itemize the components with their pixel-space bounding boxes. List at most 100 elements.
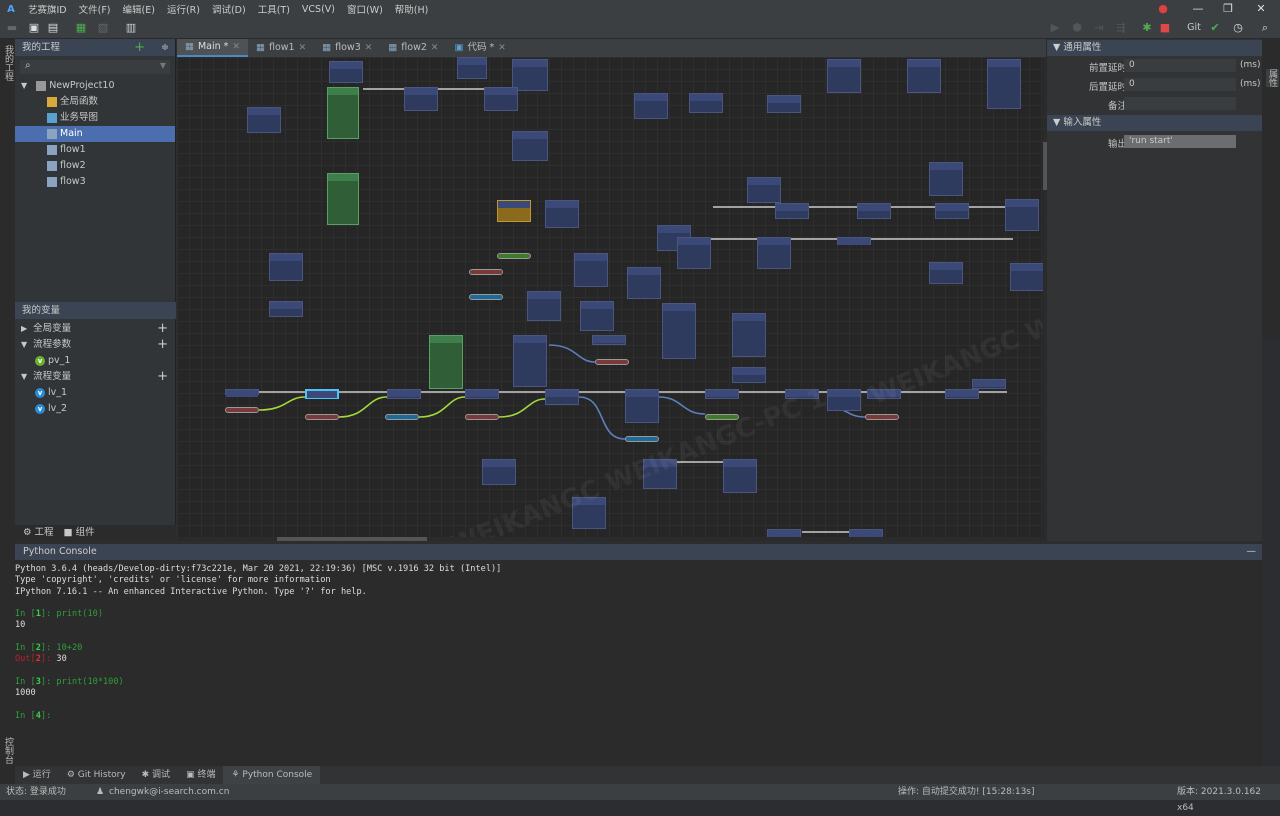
debug-icon[interactable]: ✱: [1140, 21, 1154, 35]
variable-group[interactable]: ▼ 流程参数 +: [15, 337, 176, 353]
menu-help[interactable]: 帮助(H): [389, 2, 435, 16]
flow-node[interactable]: [827, 59, 861, 93]
variable-group[interactable]: ▼ 流程变量 +: [15, 369, 176, 385]
add-variable-icon[interactable]: +: [157, 337, 168, 353]
save-icon[interactable]: ▣: [27, 21, 41, 35]
run-step-icon[interactable]: ⬢: [1070, 21, 1084, 35]
flow-node[interactable]: [1010, 263, 1043, 291]
component-icon[interactable]: ▦: [74, 21, 88, 35]
canvas-horizontal-scrollbar[interactable]: [177, 537, 1043, 541]
flow-node[interactable]: [837, 237, 871, 245]
variable-node[interactable]: [305, 414, 339, 420]
flow-node[interactable]: [329, 61, 363, 83]
minimize-panel-icon[interactable]: —: [1247, 544, 1257, 560]
flow-node[interactable]: [225, 389, 259, 397]
stop-icon[interactable]: ■: [1158, 21, 1172, 35]
flow-node[interactable]: [592, 335, 626, 345]
flow-node[interactable]: [305, 389, 339, 399]
flow-node[interactable]: [677, 237, 711, 269]
flow-node[interactable]: [972, 379, 1006, 389]
menu-window[interactable]: 窗口(W): [341, 2, 389, 16]
property-value-input[interactable]: [1124, 97, 1236, 110]
input-properties-header[interactable]: ▼ 输入属性: [1047, 115, 1262, 131]
variable-node[interactable]: [625, 436, 659, 442]
python-console[interactable]: Python Console — Python 3.6.4 (heads/Dev…: [15, 544, 1262, 766]
tree-item-[interactable]: 业务导图: [15, 110, 175, 126]
flow-node[interactable]: [662, 303, 696, 359]
run-icon[interactable]: ▶: [1048, 21, 1062, 35]
add-variable-icon[interactable]: +: [157, 321, 168, 337]
tab-2[interactable]: ▦ flow3 ✕: [314, 39, 380, 57]
console-toggle[interactable]: 控制台: [2, 737, 15, 764]
flow-node[interactable]: [327, 87, 359, 139]
flow-node[interactable]: [527, 291, 561, 321]
flow-node[interactable]: [484, 87, 518, 111]
bottom-tab-1[interactable]: ⚙ Git History: [59, 766, 134, 784]
console-icon[interactable]: ▥: [124, 21, 138, 35]
flow-node[interactable]: [935, 203, 969, 219]
close-tab-icon[interactable]: ✕: [431, 39, 439, 57]
search-icon[interactable]: ⌕: [1258, 21, 1272, 35]
tab-3[interactable]: ▦ flow2 ✕: [380, 39, 446, 57]
menu-vcs[interactable]: VCS(V): [296, 4, 341, 15]
tree-item-[interactable]: 全局函数: [15, 94, 175, 110]
variable-node[interactable]: [465, 414, 499, 420]
flow-node[interactable]: [857, 203, 891, 219]
variable-item[interactable]: v pv_1: [15, 353, 176, 369]
flow-node[interactable]: [545, 389, 579, 405]
flow-node[interactable]: [574, 253, 608, 287]
flow-node[interactable]: [723, 459, 757, 493]
close-tab-icon[interactable]: ✕: [232, 38, 240, 56]
collapse-all-icon[interactable]: ≑: [161, 39, 169, 56]
flow-node[interactable]: [457, 57, 487, 79]
flow-node[interactable]: [327, 173, 359, 225]
git-button[interactable]: Git: [1183, 21, 1205, 35]
bottom-tab-0[interactable]: ▶ 运行: [15, 766, 59, 784]
close-tab-icon[interactable]: ✕: [498, 39, 506, 57]
tab-0[interactable]: ▦ Main * ✕: [177, 39, 248, 57]
console-output[interactable]: Python 3.6.4 (heads/Develop-dirty:f73c22…: [15, 560, 1262, 722]
bottom-tab-4[interactable]: ⚘ Python Console: [223, 766, 321, 784]
flow-node[interactable]: [929, 262, 963, 284]
flow-node[interactable]: [482, 459, 516, 485]
flow-node[interactable]: [497, 200, 531, 222]
flow-node[interactable]: [387, 389, 421, 399]
filter-dropdown-icon[interactable]: ▼: [160, 61, 166, 70]
property-value-input[interactable]: 'run start': [1124, 135, 1236, 148]
flow-node[interactable]: [625, 389, 659, 423]
flow-node[interactable]: [987, 59, 1021, 109]
flow-node[interactable]: [945, 389, 979, 399]
package-icon[interactable]: ▧: [96, 21, 110, 35]
flow-node[interactable]: [689, 93, 723, 113]
variable-item[interactable]: v lv_2: [15, 401, 176, 417]
variable-node[interactable]: [225, 407, 259, 413]
properties-toggle[interactable]: 属性: [1266, 69, 1279, 87]
maximize-button[interactable]: ❐: [1213, 0, 1243, 18]
flow-node[interactable]: [404, 87, 438, 111]
bottom-tab-3[interactable]: ▣ 终端: [178, 766, 223, 784]
flow-node[interactable]: [545, 200, 579, 228]
general-properties-header[interactable]: ▼ 通用属性: [1047, 40, 1262, 56]
variable-node[interactable]: [385, 414, 419, 420]
bottom-tab-2[interactable]: ✱ 调试: [134, 766, 178, 784]
menu-tools[interactable]: 工具(T): [252, 2, 296, 16]
property-value-input[interactable]: 0: [1124, 59, 1236, 72]
add-variable-icon[interactable]: +: [157, 369, 168, 385]
flow-node[interactable]: [907, 59, 941, 93]
flow-node[interactable]: [929, 162, 963, 196]
variable-node[interactable]: [469, 269, 503, 275]
notification-icon[interactable]: ●: [1148, 0, 1178, 18]
left-tab-components[interactable]: ■ 组件: [64, 525, 95, 541]
property-value-input[interactable]: 0: [1124, 78, 1236, 91]
flow-node[interactable]: [757, 237, 791, 269]
left-tab-project[interactable]: ⚙ 工程: [23, 525, 54, 541]
minimize-button[interactable]: —: [1183, 0, 1213, 18]
close-tab-icon[interactable]: ✕: [299, 39, 307, 57]
history-icon[interactable]: ◷: [1231, 21, 1245, 35]
flow-node[interactable]: [269, 301, 303, 317]
tree-item-flow1[interactable]: flow1: [15, 142, 175, 158]
flow-node[interactable]: [634, 93, 668, 119]
close-button[interactable]: ✕: [1246, 0, 1276, 18]
menu-run[interactable]: 运行(R): [161, 2, 206, 16]
close-tab-icon[interactable]: ✕: [365, 39, 373, 57]
